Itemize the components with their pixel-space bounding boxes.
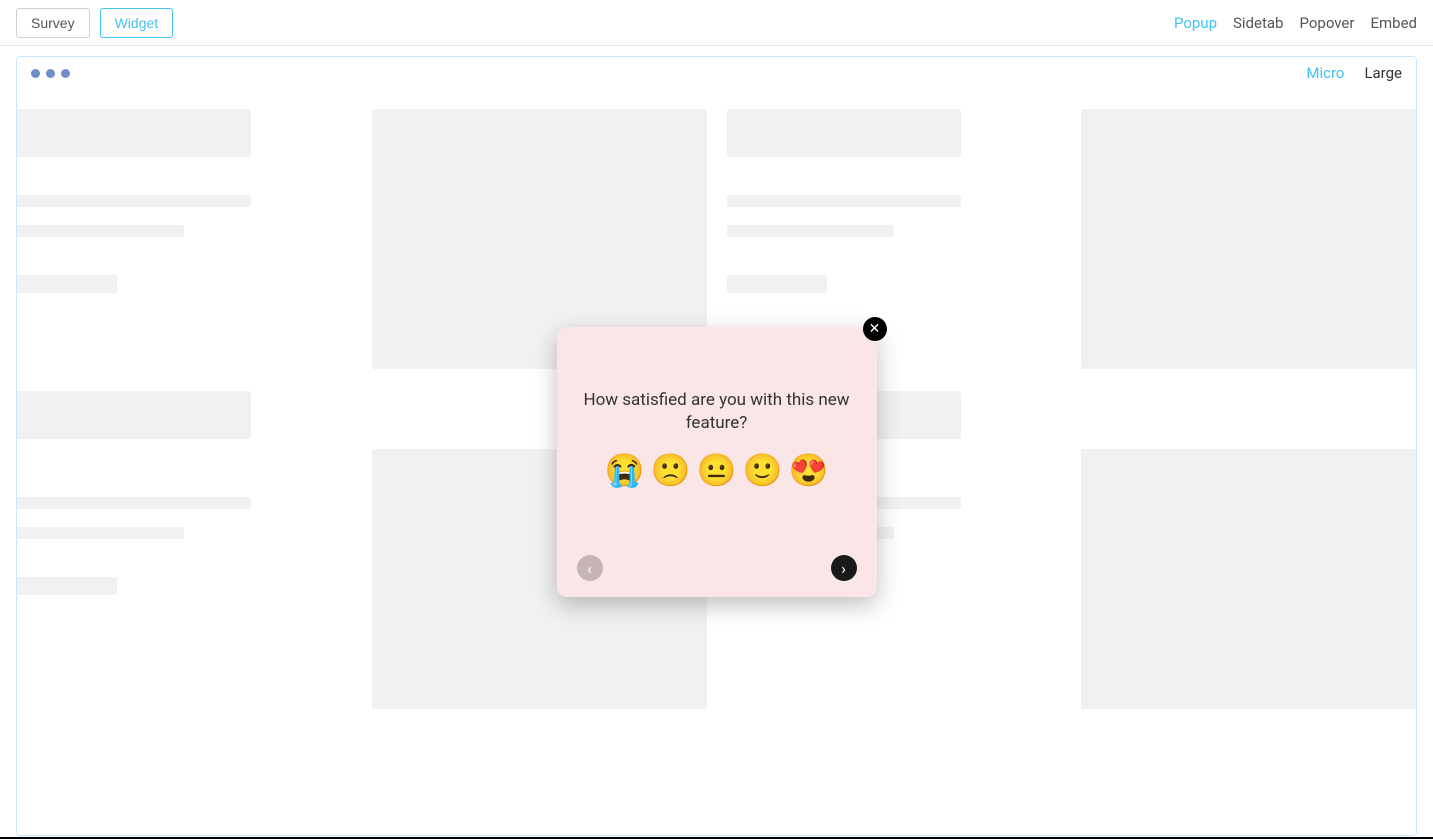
emoji-frown-icon[interactable]: 🙁 [652, 451, 690, 489]
browser-preview-frame: Micro Large [16, 56, 1417, 836]
left-tabs: Survey Widget [16, 8, 173, 38]
skeleton-block [727, 225, 894, 237]
tab-popover[interactable]: Popover [1299, 14, 1354, 32]
preview-canvas: ✕ How satisfied are you with this new fe… [17, 89, 1416, 835]
size-tabs: Micro Large [1306, 64, 1402, 82]
window-dot-icon [61, 69, 70, 78]
next-button[interactable]: › [831, 555, 857, 581]
skeleton-block [17, 577, 117, 595]
close-button[interactable]: ✕ [863, 317, 887, 341]
skeleton-block [1081, 449, 1416, 709]
tab-sidetab[interactable]: Sidetab [1233, 14, 1283, 32]
emoji-neutral-icon[interactable]: 😐 [698, 451, 736, 489]
chevron-right-icon: › [841, 559, 846, 578]
emoji-rating-row: 😭 🙁 😐 🙂 😍 [577, 451, 857, 489]
size-large[interactable]: Large [1364, 64, 1402, 82]
tab-survey[interactable]: Survey [16, 8, 90, 38]
emoji-smile-icon[interactable]: 🙂 [744, 451, 782, 489]
tab-popup[interactable]: Popup [1174, 14, 1217, 32]
top-bar: Survey Widget Popup Sidetab Popover Embe… [0, 0, 1433, 46]
skeleton-block [17, 195, 251, 207]
skeleton-block [17, 225, 184, 237]
skeleton-block [17, 109, 251, 157]
tab-widget[interactable]: Widget [100, 8, 174, 38]
tab-embed[interactable]: Embed [1370, 14, 1417, 32]
skeleton-block [17, 527, 184, 539]
size-micro[interactable]: Micro [1306, 64, 1344, 82]
skeleton-block [17, 497, 251, 509]
window-dots [31, 69, 70, 78]
popup-nav: ‹ › [577, 555, 857, 581]
right-tabs: Popup Sidetab Popover Embed [1174, 14, 1417, 32]
survey-question: How satisfied are you with this new feat… [577, 389, 857, 435]
skeleton-block [727, 109, 961, 157]
chevron-left-icon: ‹ [587, 559, 592, 578]
skeleton-block [17, 391, 251, 439]
skeleton-block [727, 275, 827, 293]
emoji-heart-eyes-icon[interactable]: 😍 [790, 451, 828, 489]
prev-button[interactable]: ‹ [577, 555, 603, 581]
window-dot-icon [31, 69, 40, 78]
emoji-crying-icon[interactable]: 😭 [606, 451, 644, 489]
skeleton-block [1081, 109, 1416, 369]
survey-popup: ✕ How satisfied are you with this new fe… [557, 327, 877, 597]
window-dot-icon [46, 69, 55, 78]
close-icon: ✕ [869, 321, 881, 337]
frame-header: Micro Large [17, 57, 1416, 89]
skeleton-block [17, 275, 117, 293]
skeleton-block [727, 195, 961, 207]
